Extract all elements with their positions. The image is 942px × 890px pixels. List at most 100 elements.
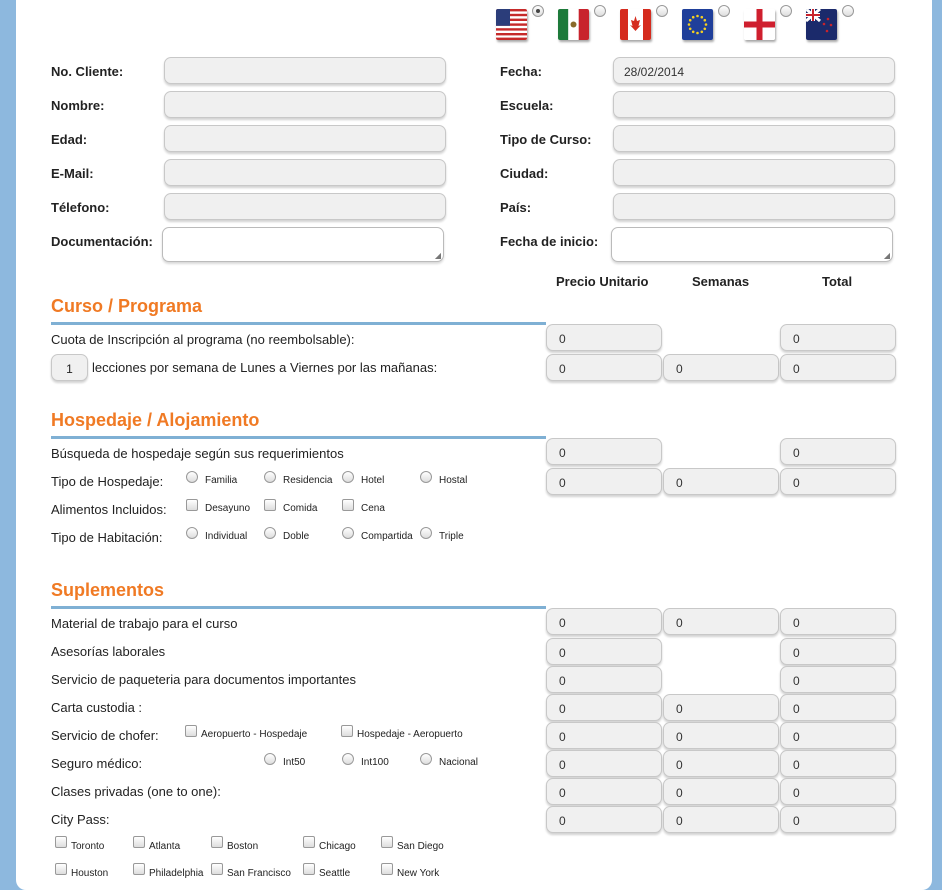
city-chicago-checkbox[interactable] [303,836,315,848]
chofer-precio-input[interactable]: 0 [546,722,662,749]
clases-precio-input[interactable]: 0 [546,778,662,805]
cuota-precio-input[interactable]: 0 [546,324,662,351]
hospedaje-total-input[interactable]: 0 [780,468,896,495]
alimentos-comida-checkbox[interactable] [264,499,276,511]
canada-flag-icon[interactable] [620,9,651,40]
city-san-diego-checkbox[interactable] [381,836,393,848]
material-semanas-input[interactable]: 0 [663,608,779,635]
seguro-precio-input[interactable]: 0 [546,750,662,777]
lecciones-total-input[interactable]: 0 [780,354,896,381]
city-toronto-checkbox[interactable] [55,836,67,848]
asesorias-total-input[interactable]: 0 [780,638,896,665]
seguro-int100-radio[interactable] [342,753,354,765]
nombre-input[interactable] [164,91,446,118]
ciudad-input[interactable] [613,159,895,186]
asesorias-precio-input[interactable]: 0 [546,638,662,665]
lang-radio-mx[interactable] [594,5,606,17]
escuela-input[interactable] [613,91,895,118]
city-philadelphia-checkbox[interactable] [133,863,145,875]
telefono-input[interactable] [164,193,446,220]
habitacion-doble-radio[interactable] [264,527,276,539]
citypass-precio-input[interactable]: 0 [546,806,662,833]
email-label: E-Mail: [51,166,94,181]
chofer-semanas-input[interactable]: 0 [663,722,779,749]
lang-radio-nz[interactable] [842,5,854,17]
material-precio-input[interactable]: 0 [546,608,662,635]
citypass-semanas-input[interactable]: 0 [663,806,779,833]
lecciones-count-input[interactable]: 1 [51,354,88,381]
seguro-label: Seguro médico: [51,756,143,771]
city-seattle-checkbox[interactable] [303,863,315,875]
city-new-york-checkbox[interactable] [381,863,393,875]
material-total-input[interactable]: 0 [780,608,896,635]
carta-total-input[interactable]: 0 [780,694,896,721]
alimentos-cena-checkbox[interactable] [342,499,354,511]
england-flag-icon[interactable] [744,9,775,40]
new-zealand-flag-icon[interactable] [806,9,837,40]
fecha-input[interactable]: 28/02/2014 [613,57,895,84]
habitacion-triple-radio[interactable] [420,527,432,539]
seguro-int50-radio[interactable] [264,753,276,765]
resize-grip-icon[interactable]: ◢ [435,252,441,260]
lecciones-semanas-input[interactable]: 0 [663,354,779,381]
alimentos-desayuno-checkbox[interactable] [186,499,198,511]
seguro-total-input[interactable]: 0 [780,750,896,777]
hospedaje-semanas-input[interactable]: 0 [663,468,779,495]
section-divider [51,436,546,439]
paqueteria-total-input[interactable]: 0 [780,666,896,693]
chofer-hospedaje-aeropuerto-label: Hospedaje - Aeropuerto [357,729,463,740]
hospedaje-familia-radio[interactable] [186,471,198,483]
lang-radio-eu[interactable] [718,5,730,17]
no-cliente-input[interactable] [164,57,446,84]
hospedaje-residencia-label: Residencia [283,475,333,486]
escuela-label: Escuela: [500,98,554,113]
seguro-semanas-input[interactable]: 0 [663,750,779,777]
edad-input[interactable] [164,125,446,152]
email-input[interactable] [164,159,446,186]
mexico-flag-icon[interactable] [558,9,589,40]
pais-label: País: [500,200,532,215]
eu-flag-icon[interactable] [682,9,713,40]
habitacion-individual-radio[interactable] [186,527,198,539]
documentacion-textarea[interactable]: ◢ [162,227,444,262]
habitacion-compartida-radio[interactable] [342,527,354,539]
citypass-total-input[interactable]: 0 [780,806,896,833]
resize-grip-icon[interactable]: ◢ [884,252,890,260]
seguro-nacional-radio[interactable] [420,753,432,765]
lang-radio-ca[interactable] [656,5,668,17]
carta-semanas-input[interactable]: 0 [663,694,779,721]
alimentos-label: Alimentos Incluidos: [51,502,167,517]
lang-radio-en[interactable] [780,5,792,17]
lang-radio-us[interactable] [532,5,544,17]
hospedaje-precio-input[interactable]: 0 [546,468,662,495]
lecciones-precio-input[interactable]: 0 [546,354,662,381]
alimentos-desayuno-label: Desayuno [205,503,251,514]
busqueda-total-input[interactable]: 0 [780,438,896,465]
hospedaje-hotel-label: Hotel [361,475,385,486]
city-atlanta-checkbox[interactable] [133,836,145,848]
clases-total-input[interactable]: 0 [780,778,896,805]
chofer-aeropuerto-hospedaje-checkbox[interactable] [185,725,197,737]
hospedaje-hostal-radio[interactable] [420,471,432,483]
section-hospedaje-title: Hospedaje / Alojamiento [51,410,260,430]
chofer-total-input[interactable]: 0 [780,722,896,749]
section-suplementos-title: Suplementos [51,580,165,600]
paqueteria-precio-input[interactable]: 0 [546,666,662,693]
city-san-francisco-checkbox[interactable] [211,863,223,875]
us-flag-icon[interactable] [496,9,527,40]
carta-precio-input[interactable]: 0 [546,694,662,721]
city-san-francisco-label: San Francisco [227,868,291,879]
clases-semanas-input[interactable]: 0 [663,778,779,805]
fecha-inicio-textarea[interactable]: ◢ [611,227,893,262]
tipo-curso-input[interactable] [613,125,895,152]
cuota-total-input[interactable]: 0 [780,324,896,351]
fecha-inicio-label: Fecha de inicio: [500,234,599,249]
habitacion-compartida-label: Compartida [361,531,413,542]
pais-input[interactable] [613,193,895,220]
city-boston-checkbox[interactable] [211,836,223,848]
hospedaje-hotel-radio[interactable] [342,471,354,483]
hospedaje-residencia-radio[interactable] [264,471,276,483]
chofer-hospedaje-aeropuerto-checkbox[interactable] [341,725,353,737]
busqueda-precio-input[interactable]: 0 [546,438,662,465]
city-houston-checkbox[interactable] [55,863,67,875]
